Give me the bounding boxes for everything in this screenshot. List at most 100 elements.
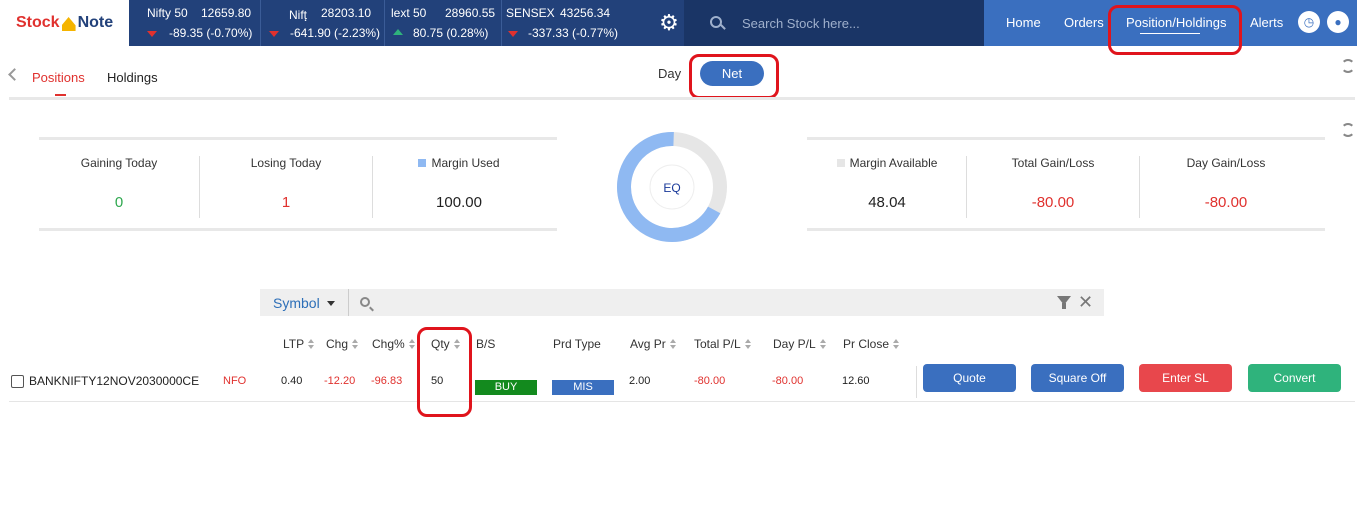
stat-value: -80.00: [1031, 194, 1075, 211]
refresh-stats-icon[interactable]: [1341, 123, 1355, 137]
tab-holdings[interactable]: Holdings: [107, 70, 158, 85]
down-arrow-icon: [147, 31, 157, 37]
convert-button[interactable]: Convert: [1248, 364, 1341, 392]
col-header-avg-pr[interactable]: Avg Pr: [630, 337, 677, 351]
filter-divider: [348, 289, 349, 316]
refresh-icon[interactable]: [1341, 59, 1355, 73]
col-header-label: Avg Pr: [630, 337, 666, 351]
sort-icon: [308, 339, 315, 349]
col-header-pr-close[interactable]: Pr Close: [843, 337, 900, 351]
nav-home[interactable]: Home: [1006, 15, 1041, 30]
ticker-name: lext 50: [391, 6, 427, 20]
stat-label: Margin Used: [431, 156, 500, 170]
sort-icon: [893, 339, 900, 349]
stat-value: -80.00: [1204, 194, 1248, 211]
col-header-label: Day P/L: [773, 337, 816, 351]
stat-label: Total Gain/Loss: [1011, 156, 1095, 170]
col-header-prd-type: Prd Type: [553, 337, 601, 351]
row-ltp: 0.40: [281, 375, 303, 387]
ticker-change: -89.35 (-0.70%): [169, 26, 253, 40]
sort-icon: [408, 339, 416, 349]
col-header-label: Chg%: [372, 337, 405, 351]
row-chg: -12.20: [324, 375, 356, 387]
col-header-total-pl[interactable]: Total P/L: [694, 337, 752, 351]
row-buy-badge: BUY: [475, 380, 537, 395]
stat-label: Losing Today: [250, 156, 322, 170]
toggle-day[interactable]: Day: [658, 66, 681, 81]
search-bar: [684, 0, 984, 46]
col-header-label: Chg: [326, 337, 349, 351]
ticker-sensex[interactable]: SENSEX 43256.34 -337.33 (-0.77%): [502, 0, 637, 46]
stat-margin-available: Margin Available 48.04: [807, 154, 967, 216]
nav-alerts[interactable]: Alerts: [1250, 15, 1283, 30]
tabs-divider: [9, 97, 1355, 100]
highlight-net-toggle: [689, 54, 779, 99]
filter-field-select[interactable]: Symbol: [273, 295, 320, 311]
tab-positions[interactable]: Positions: [32, 70, 85, 85]
down-arrow-icon: [508, 31, 518, 37]
ticker-nifty-bank[interactable]: Niftฺ 28203.10 -641.90 (-2.23%): [261, 0, 385, 46]
user-avatar-icon[interactable]: ●: [1327, 11, 1349, 33]
search-icon[interactable]: [360, 297, 370, 307]
row-symbol[interactable]: BANKNIFTY12NOV2030000CE: [29, 374, 199, 388]
search-input[interactable]: [742, 15, 972, 31]
back-chevron-icon[interactable]: [8, 68, 21, 81]
stat-label: Margin Available: [849, 156, 938, 170]
row-prd-type-badge: MIS: [552, 380, 614, 395]
stats-panel-left: Gaining Today 0 Losing Today 1 Margin Us…: [39, 137, 557, 231]
legend-swatch-available: [836, 159, 845, 167]
sort-icon: [352, 339, 359, 349]
col-header-bs: B/S: [476, 337, 496, 351]
stat-label-wrap: Margin Available: [807, 156, 967, 170]
stat-day-gain-loss: Day Gain/Loss -80.00: [1140, 154, 1312, 216]
caret-down-icon[interactable]: [327, 301, 335, 306]
ticker-price: 28203.10: [321, 6, 372, 20]
stat-margin-used: Margin Used 100.00: [373, 154, 545, 216]
enter-sl-button[interactable]: Enter SL: [1139, 364, 1232, 392]
col-header-chg-pct[interactable]: Chg%: [372, 337, 416, 351]
ticker-price: 12659.80: [201, 6, 252, 20]
row-total-pl: -80.00: [694, 375, 726, 387]
nav-orders[interactable]: Orders: [1064, 15, 1104, 30]
up-arrow-icon: [393, 29, 403, 35]
ticker-price: 43256.34: [560, 6, 611, 20]
tab-active-underline: [55, 94, 66, 96]
highlight-nav-position-holdings: [1108, 5, 1242, 55]
stocknote-logo[interactable]: Stock Note: [0, 0, 129, 46]
sort-icon: [819, 339, 827, 349]
col-header-ltp[interactable]: LTP: [283, 337, 315, 351]
quote-button[interactable]: Quote: [923, 364, 1016, 392]
stat-losing-today: Losing Today 1: [200, 154, 372, 216]
stat-value: 0: [114, 194, 124, 211]
stat-label: Day Gain/Loss: [1186, 156, 1266, 170]
ticker-nifty-50[interactable]: Nifty 50 12659.80 -89.35 (-0.70%): [129, 0, 261, 46]
ticker-price: 28960.55: [445, 6, 496, 20]
highlight-qty-column: [417, 327, 472, 417]
row-pr-close: 12.60: [842, 375, 870, 387]
logo-mark-icon: [61, 17, 76, 31]
close-icon[interactable]: ✕: [1078, 292, 1093, 312]
stat-total-gain-loss: Total Gain/Loss -80.00: [967, 154, 1139, 216]
gear-icon[interactable]: ⚙: [656, 10, 682, 36]
filter-bar: Symbol ✕: [260, 289, 1104, 316]
col-header-chg[interactable]: Chg: [326, 337, 359, 351]
donut-center-label: EQ: [663, 181, 681, 195]
col-header-day-pl[interactable]: Day P/L: [773, 337, 827, 351]
search-icon[interactable]: [708, 0, 734, 46]
col-header-label: LTP: [283, 337, 305, 351]
square-off-button[interactable]: Square Off: [1031, 364, 1124, 392]
col-header-label: Total P/L: [694, 337, 741, 351]
ticker-change: -337.33 (-0.77%): [528, 26, 619, 40]
row-chg-pct: -96.83: [371, 375, 403, 387]
logo-text-stock: Stock: [16, 14, 60, 31]
row-divider: [916, 366, 917, 398]
portfolio-icon[interactable]: ◷: [1298, 11, 1320, 33]
ticker-next-50[interactable]: lext 50 28960.55 80.75 (0.28%): [385, 0, 502, 46]
down-arrow-icon: [269, 31, 279, 37]
stat-label: Gaining Today: [80, 156, 158, 170]
row-select-checkbox[interactable]: [11, 375, 24, 388]
filter-funnel-icon[interactable]: [1057, 296, 1071, 309]
logo-text-note: Note: [77, 14, 114, 31]
stat-label-wrap: Margin Used: [373, 156, 545, 170]
col-header-label: Pr Close: [843, 337, 890, 351]
